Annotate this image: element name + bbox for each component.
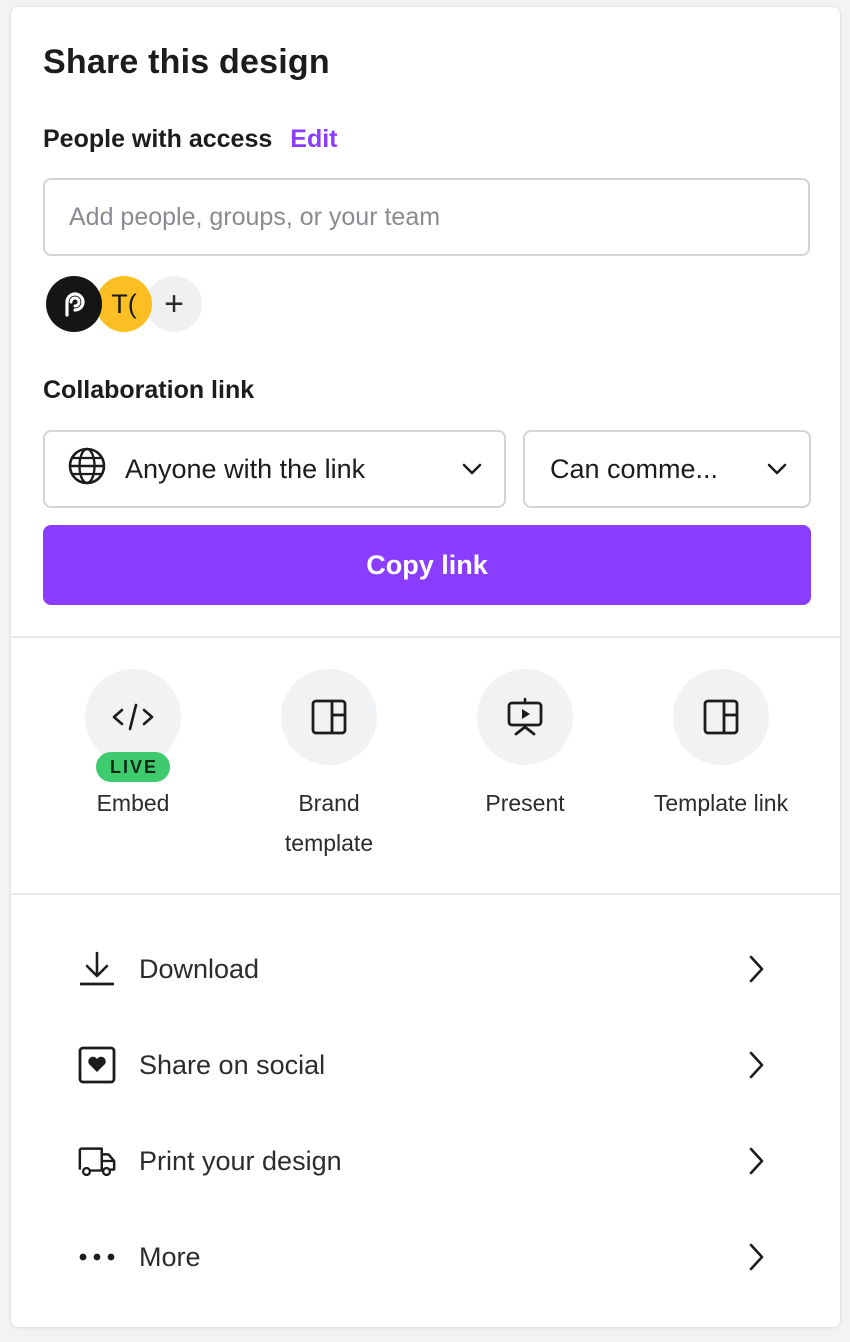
present-icon-circle <box>477 669 573 765</box>
link-permission-select[interactable]: Can comme... <box>523 430 811 508</box>
edit-access-link[interactable]: Edit <box>290 125 337 154</box>
menu-label: Download <box>139 953 260 984</box>
template-link-icon-circle <box>673 669 769 765</box>
copy-link-button[interactable]: Copy link <box>43 525 811 605</box>
present-label: Present <box>485 790 565 816</box>
menu-label: Print your design <box>139 1145 342 1176</box>
menu-label: Share on social <box>139 1049 326 1080</box>
brand-logo-icon <box>65 292 85 317</box>
code-icon <box>112 703 154 731</box>
heart-frame-icon <box>77 1045 117 1085</box>
link-access-select[interactable]: Anyone with the link <box>43 430 506 508</box>
brand-avatar[interactable] <box>46 276 102 332</box>
user-avatar[interactable]: T( <box>96 276 152 332</box>
people-access-label: People with access <box>43 125 273 153</box>
add-people-input[interactable] <box>43 178 810 256</box>
more-dots-icon <box>77 1237 117 1277</box>
share-panel: Share this design People with access Edi… <box>10 6 841 1328</box>
template-link-label: Template link <box>653 790 789 816</box>
download-icon <box>77 949 117 989</box>
embed-icon-circle: LIVE <box>85 669 181 782</box>
menu-item-more[interactable]: More <box>11 1209 840 1305</box>
menu-item-print[interactable]: Print your design <box>11 1113 840 1209</box>
menu-item-share-social[interactable]: Share on social <box>11 1017 840 1113</box>
share-actions: LIVE Embed Brand template Present Templa… <box>11 669 840 869</box>
presentation-icon <box>507 697 543 736</box>
brand-template-icon-circle <box>281 669 377 765</box>
link-permission-value: Can comme... <box>550 453 719 484</box>
layout-icon <box>703 699 739 735</box>
user-avatar-initials: T( <box>111 288 137 319</box>
template-link-action[interactable]: Template link <box>621 669 821 823</box>
menu-item-download[interactable]: Download <box>11 921 840 1017</box>
live-badge: LIVE <box>95 752 171 782</box>
brand-template-label: Brand template <box>284 790 374 856</box>
people-access-row: People with access Edit <box>43 125 338 154</box>
chevron-right-icon <box>744 1242 768 1272</box>
share-menu: Download Share on social Print your desi… <box>11 921 840 1305</box>
brand-template-action[interactable]: Brand template <box>229 669 429 863</box>
chevron-down-icon <box>767 459 787 479</box>
divider <box>11 893 840 895</box>
divider <box>11 636 840 638</box>
present-action[interactable]: Present <box>425 669 625 823</box>
link-access-value: Anyone with the link <box>125 453 366 484</box>
layout-icon <box>311 699 347 735</box>
embed-label: Embed <box>96 790 170 816</box>
chevron-right-icon <box>744 1050 768 1080</box>
add-person-button[interactable]: + <box>146 276 202 332</box>
chevron-right-icon <box>744 954 768 984</box>
menu-label: More <box>139 1241 201 1272</box>
panel-title: Share this design <box>43 43 330 81</box>
avatar-list: T( + <box>46 276 202 332</box>
collaboration-link-label: Collaboration link <box>43 376 255 404</box>
chevron-right-icon <box>744 1146 768 1176</box>
plus-icon: + <box>164 284 184 323</box>
chevron-down-icon <box>462 459 482 479</box>
embed-action[interactable]: LIVE Embed <box>33 669 233 823</box>
truck-icon <box>77 1141 117 1181</box>
globe-icon <box>67 446 107 493</box>
